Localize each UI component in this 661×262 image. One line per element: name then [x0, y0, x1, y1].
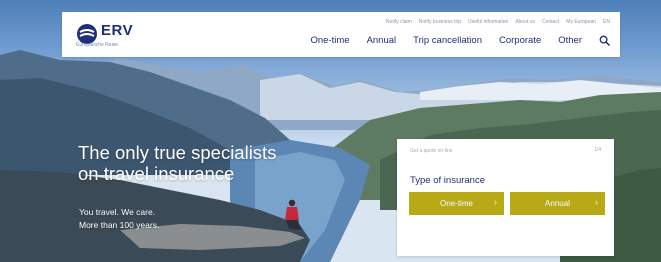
one-time-button[interactable]: One-time ›	[409, 192, 504, 215]
quote-box: Get a quote on-line 1/4 Type of insuranc…	[397, 139, 614, 256]
site-header: ERV Europäische Reise Notify claim Notif…	[62, 12, 620, 57]
quote-step-indicator: 1/4	[594, 147, 601, 153]
chevron-right-icon: ›	[595, 197, 598, 207]
utility-link-notify-business-trip[interactable]: Notify business trip	[419, 19, 461, 25]
annual-button[interactable]: Annual ›	[510, 192, 605, 215]
main-nav: One-time Annual Trip cancellation Corpor…	[310, 35, 610, 46]
nav-item-one-time[interactable]: One-time	[310, 35, 349, 46]
logo-subtitle: Europäische Reise	[76, 42, 118, 48]
utility-link-language[interactable]: EN	[603, 19, 610, 25]
hero-tagline: You travel. We care. More than 100 years…	[79, 206, 279, 232]
nav-item-corporate[interactable]: Corporate	[499, 35, 541, 46]
chevron-right-icon: ›	[494, 197, 497, 207]
nav-item-trip-cancellation[interactable]: Trip cancellation	[413, 35, 482, 46]
utility-link-useful-information[interactable]: Useful information	[468, 19, 508, 25]
search-icon[interactable]	[599, 35, 610, 46]
nav-item-annual[interactable]: Annual	[367, 35, 397, 46]
erv-logo[interactable]: ERV Europäische Reise	[76, 22, 186, 48]
tagline-line-1: You travel. We care.	[79, 207, 156, 217]
utility-nav: Notify claim Notify business trip Useful…	[386, 19, 610, 25]
utility-link-about-us[interactable]: About us	[515, 19, 535, 25]
utility-link-notify-claim[interactable]: Notify claim	[386, 19, 412, 25]
utility-link-contact[interactable]: Contact	[542, 19, 559, 25]
annual-button-label: Annual	[545, 199, 570, 208]
nav-item-other[interactable]: Other	[558, 35, 582, 46]
logo-text: ERV	[101, 22, 134, 39]
headline-line-2: on travel insurance	[78, 163, 235, 184]
headline-line-1: The only true specialists	[78, 142, 277, 163]
hero-headline: The only true specialists on travel insu…	[78, 142, 398, 184]
quote-box-label: Get a quote on-line	[410, 148, 453, 154]
quote-box-title: Type of insurance	[410, 175, 485, 186]
one-time-button-label: One-time	[440, 199, 473, 208]
tagline-line-2: More than 100 years.	[79, 220, 160, 230]
utility-link-my-european[interactable]: My European	[566, 19, 596, 25]
